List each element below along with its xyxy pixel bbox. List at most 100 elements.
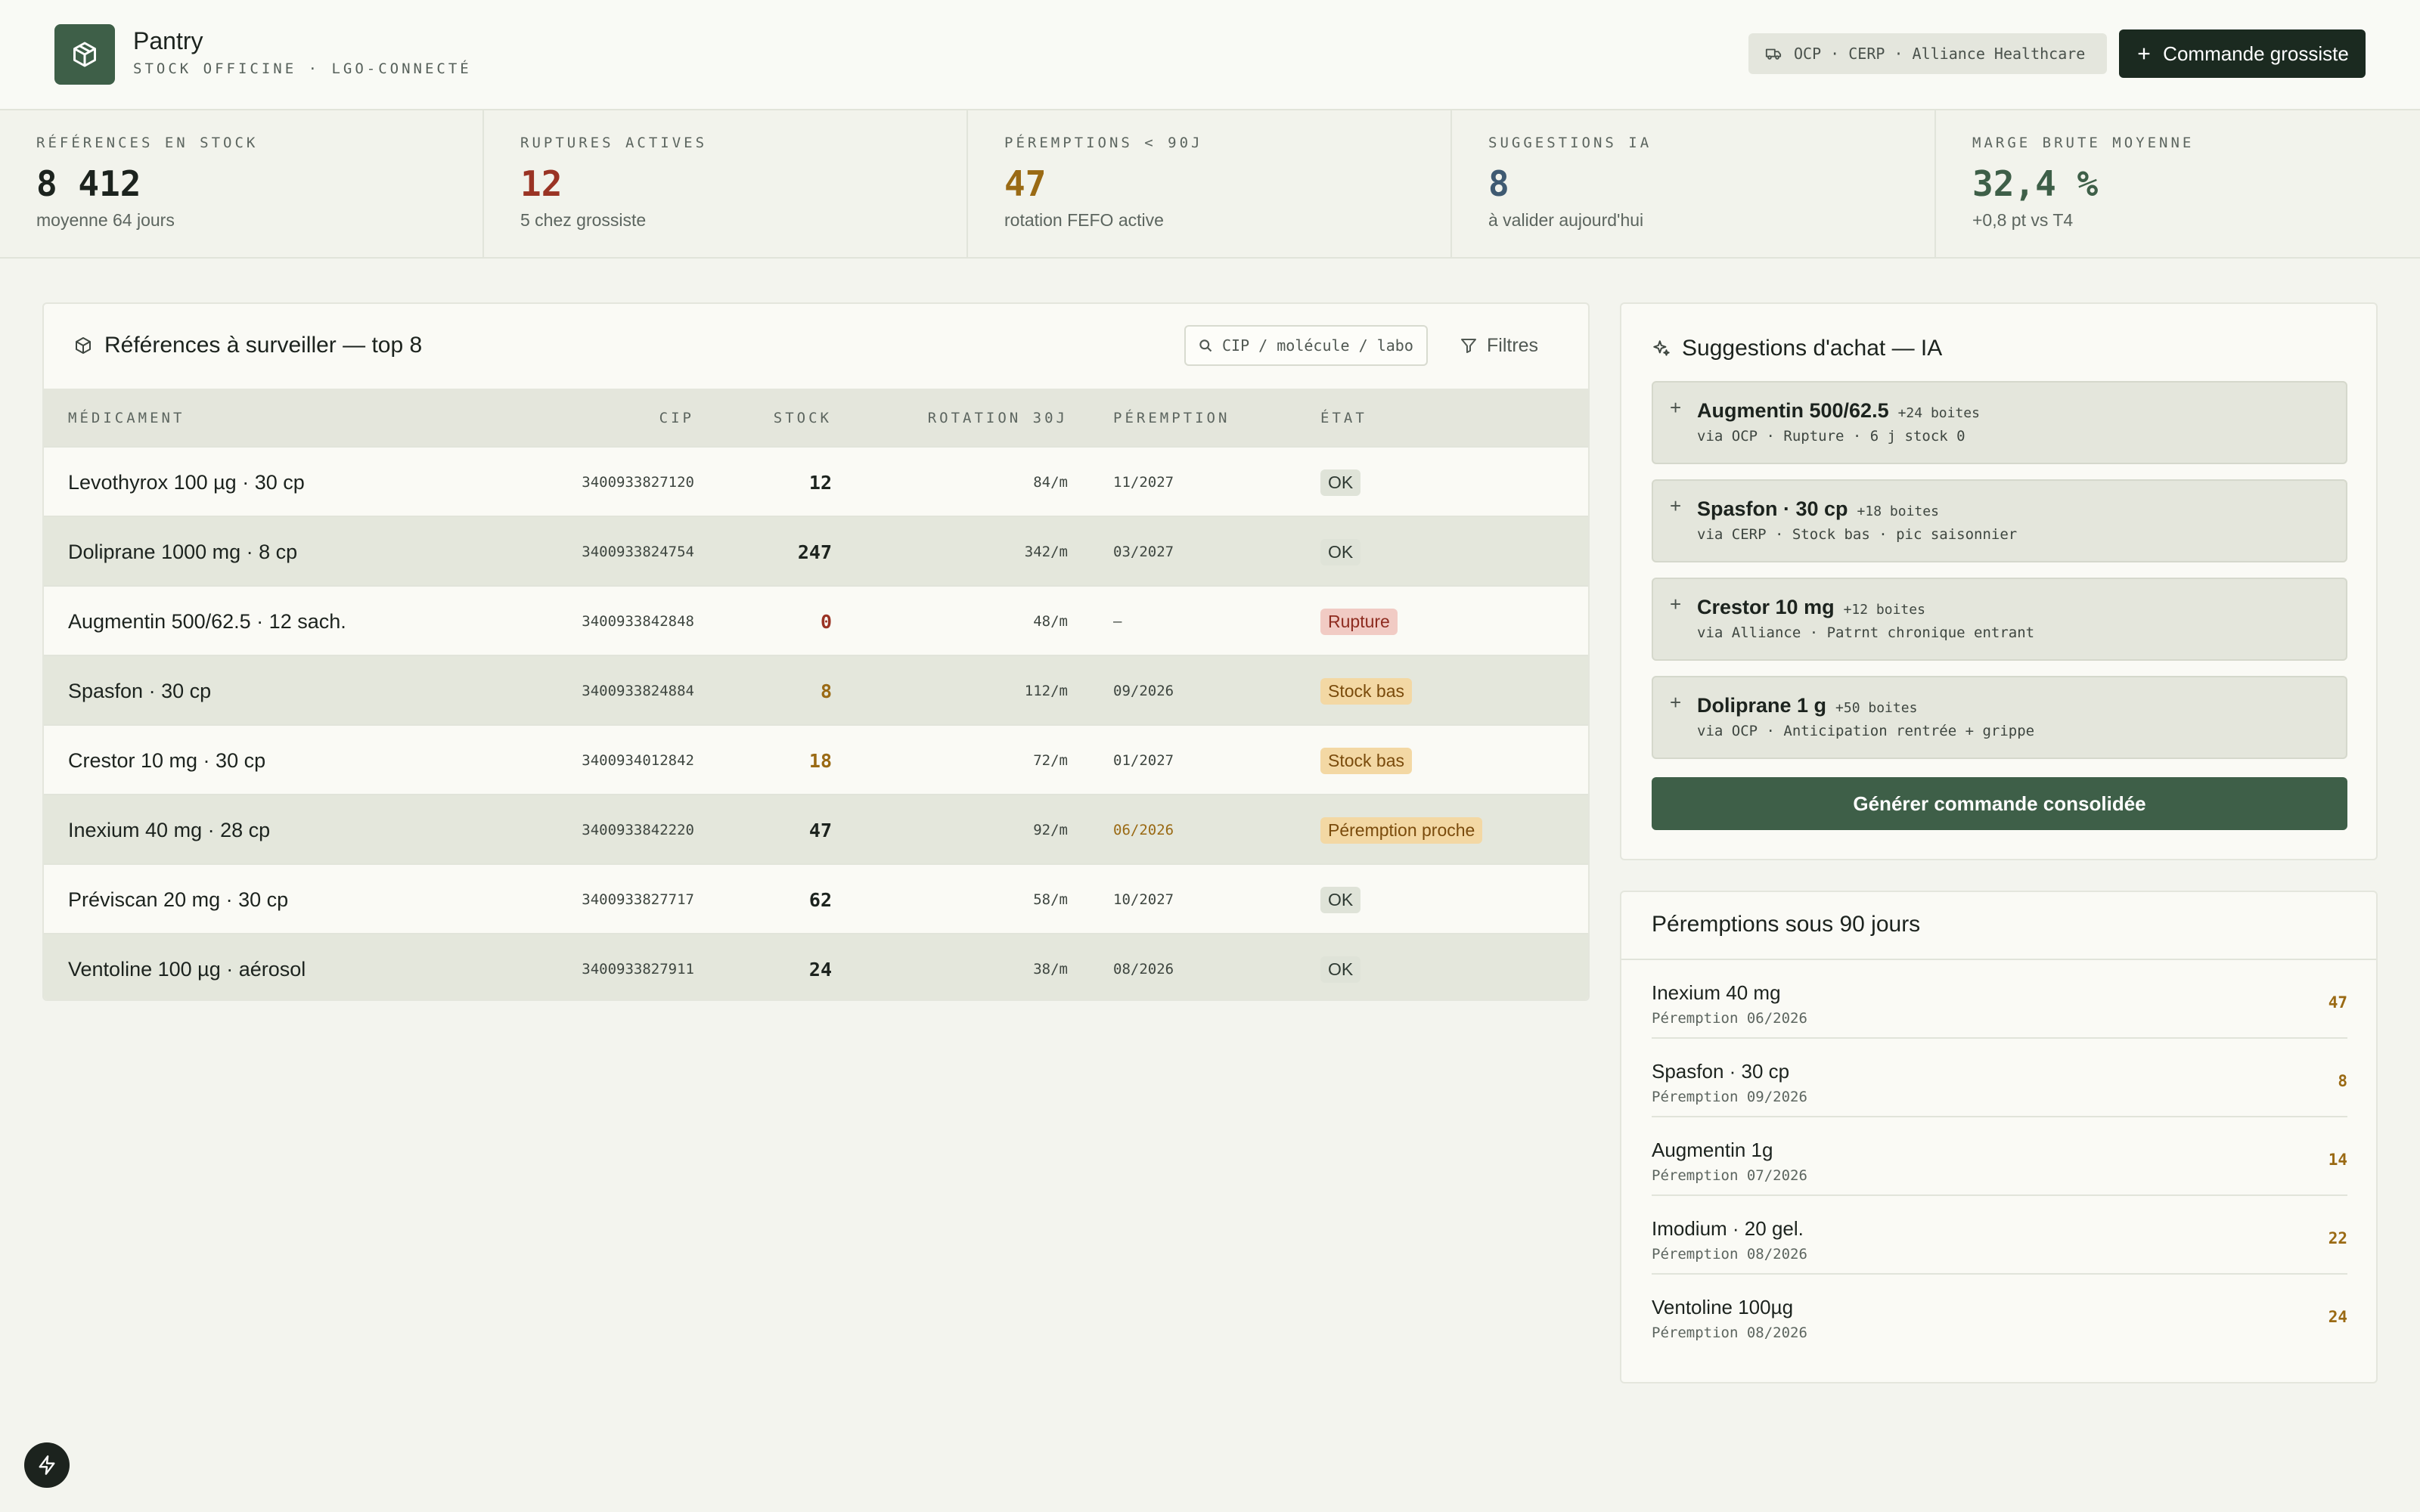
app-subtitle: STOCK OFFICINE · LGO-CONNECTÉ: [133, 60, 472, 77]
supplier-pill[interactable]: OCP · CERP · Alliance Healthcare: [1748, 33, 2107, 74]
supplier-list: OCP · CERP · Alliance Healthcare: [1794, 45, 2086, 63]
rotation-value: 72/m: [1033, 752, 1068, 769]
suggestion-card[interactable]: + Doliprane 1 g +50 boites via OCP · Ant…: [1652, 676, 2347, 759]
kpi-ruptures: RUPTURES ACTIVES 12 5 chez grossiste: [484, 110, 968, 257]
kpi-ai-suggestions: SUGGESTIONS IA 8 à valider aujourd'hui: [1452, 110, 1936, 257]
col-expiry-header[interactable]: PÉREMPTION: [1113, 410, 1230, 426]
filters-button[interactable]: Filtres: [1460, 325, 1538, 366]
kpi-sub: 5 chez grossiste: [520, 210, 647, 230]
sparkles-icon: [1653, 340, 1670, 356]
list-item[interactable]: Inexium 40 mg Péremption 06/2026 47: [1652, 960, 2347, 1039]
cip-code: 3400933827717: [582, 891, 694, 908]
drug-name: Ventoline 100 µg · aérosol: [68, 957, 306, 981]
kpi-strip: RÉFÉRENCES EN STOCK 8 412 moyenne 64 jou…: [0, 110, 2420, 259]
col-stock-header[interactable]: STOCK: [774, 410, 832, 426]
table-row[interactable]: Inexium 40 mg · 28 cp 3400933842220 47 9…: [44, 794, 1588, 863]
status-badge: OK: [1320, 469, 1361, 496]
cip-code: 3400933842220: [582, 822, 694, 838]
drug-name: Doliprane 1000 mg · 8 cp: [68, 540, 298, 563]
kpi-label: RÉFÉRENCES EN STOCK: [36, 135, 259, 151]
suggestion-source: via Alliance · Patrnt chronique entrant: [1697, 624, 2035, 641]
cip-code: 3400933842848: [582, 613, 694, 630]
status-badge: Péremption proche: [1320, 816, 1483, 844]
plus-icon[interactable]: +: [1670, 396, 1681, 420]
bolt-icon[interactable]: [24, 1442, 70, 1488]
drug-name: Levothyrox 100 µg · 30 cp: [68, 470, 305, 494]
state-cell: Stock bas: [1320, 656, 1412, 726]
list-item[interactable]: Augmentin 1g Péremption 07/2026 14: [1652, 1117, 2347, 1196]
table-row[interactable]: Augmentin 500/62.5 · 12 sach. 3400933842…: [44, 585, 1588, 655]
package-icon: [76, 337, 91, 354]
plus-icon[interactable]: +: [1670, 691, 1681, 714]
expiry-date: 11/2027: [1113, 474, 1174, 491]
cip-code: 3400933824884: [582, 683, 694, 699]
kpi-label: PÉREMPTIONS < 90J: [1004, 135, 1203, 151]
suggestion-name: Crestor 10 mg: [1697, 596, 1835, 618]
wholesale-order-button[interactable]: Commande grossiste: [2119, 29, 2366, 78]
plus-icon: [2138, 48, 2150, 60]
col-state-header[interactable]: ÉTAT: [1320, 410, 1367, 426]
rotation-value: 48/m: [1033, 613, 1068, 630]
suggestion-card[interactable]: + Crestor 10 mg +12 boites via Alliance …: [1652, 578, 2347, 661]
drug-name: Préviscan 20 mg · 30 cp: [68, 888, 289, 911]
expiry-date: Péremption 06/2026: [1652, 1010, 1807, 1027]
plus-icon[interactable]: +: [1670, 494, 1681, 518]
table-row[interactable]: Crestor 10 mg · 30 cp 3400934012842 18 7…: [44, 724, 1588, 794]
suggestion-name: Augmentin 500/62.5: [1697, 399, 1889, 422]
rotation-value: 112/m: [1024, 683, 1068, 699]
drug-name: Crestor 10 mg · 30 cp: [68, 748, 266, 772]
expiring-drug-name: Spasfon · 30 cp: [1652, 1060, 1790, 1083]
expiry-date: Péremption 09/2026: [1652, 1089, 1807, 1105]
stock-value: 0: [820, 610, 832, 633]
suggestion-card[interactable]: + Augmentin 500/62.5 +24 boites via OCP …: [1652, 381, 2347, 464]
state-cell: Stock bas: [1320, 726, 1412, 795]
plus-icon[interactable]: +: [1670, 593, 1681, 616]
suggestion-card[interactable]: + Spasfon · 30 cp +18 boites via CERP · …: [1652, 479, 2347, 562]
kpi-value: 8: [1488, 163, 1509, 204]
col-cip-header[interactable]: CIP: [659, 410, 694, 426]
status-badge: Stock bas: [1320, 677, 1412, 705]
state-cell: OK: [1320, 517, 1361, 587]
col-name-header[interactable]: MÉDICAMENT: [68, 410, 185, 426]
suggestion-quantity: +50 boites: [1835, 700, 1918, 716]
search-input[interactable]: CIP / molécule / labo: [1184, 325, 1428, 366]
suggestion-name: Doliprane 1 g: [1697, 694, 1827, 717]
cip-code: 3400933827911: [582, 961, 694, 978]
suggestion-source: via OCP · Rupture · 6 j stock 0: [1697, 428, 1965, 445]
app-name: Pantry: [133, 27, 203, 54]
list-item[interactable]: Imodium · 20 gel. Péremption 08/2026 22: [1652, 1196, 2347, 1275]
watch-panel-header: Références à surveiller — top 8 CIP / mo…: [44, 304, 1588, 389]
suggestion-source: via CERP · Stock bas · pic saisonnier: [1697, 526, 2018, 543]
stock-value: 247: [797, 541, 832, 563]
search-placeholder: CIP / molécule / labo: [1222, 336, 1413, 355]
table-row[interactable]: Levothyrox 100 µg · 30 cp 3400933827120 …: [44, 446, 1588, 516]
filter-icon: [1461, 339, 1476, 353]
kpi-sub: rotation FEFO active: [1004, 210, 1164, 230]
expiring-drug-name: Ventoline 100µg: [1652, 1296, 1794, 1318]
table-row[interactable]: Spasfon · 30 cp 3400933824884 8 112/m 09…: [44, 655, 1588, 724]
rotation-value: 38/m: [1033, 961, 1068, 978]
suggestion-source: via OCP · Anticipation rentrée + grippe: [1697, 723, 2035, 739]
kpi-value: 8 412: [36, 163, 141, 204]
expiry-date: 08/2026: [1113, 961, 1174, 978]
table-row[interactable]: Préviscan 20 mg · 30 cp 3400933827717 62…: [44, 863, 1588, 933]
expiring-quantity: 8: [2338, 1072, 2347, 1090]
list-item[interactable]: Ventoline 100µg Péremption 08/2026 24: [1652, 1275, 2347, 1353]
list-item[interactable]: Spasfon · 30 cp Péremption 09/2026 8: [1652, 1039, 2347, 1117]
suggestions-title-text: Suggestions d'achat — IA: [1682, 336, 1943, 361]
expiring-quantity: 14: [2328, 1151, 2347, 1169]
table-row[interactable]: Doliprane 1000 mg · 8 cp 3400933824754 2…: [44, 516, 1588, 585]
order-button-label: Commande grossiste: [2163, 42, 2349, 65]
expiring-drug-name: Inexium 40 mg: [1652, 981, 1781, 1004]
package-logo-icon[interactable]: [54, 24, 115, 85]
kpi-sub: +0,8 pt vs T4: [1972, 210, 2074, 230]
table-row[interactable]: Ventoline 100 µg · aérosol 3400933827911…: [44, 933, 1588, 999]
expiry-date: 01/2027: [1113, 752, 1174, 769]
generate-order-button[interactable]: Générer commande consolidée: [1652, 777, 2347, 830]
stock-value: 24: [808, 958, 832, 981]
kpi-sub: moyenne 64 jours: [36, 210, 175, 230]
kpi-value: 32,4 %: [1972, 163, 2099, 204]
status-badge: OK: [1320, 956, 1361, 983]
col-rotation-header[interactable]: ROTATION 30J: [928, 410, 1068, 426]
expiring-drug-name: Imodium · 20 gel.: [1652, 1217, 1804, 1240]
